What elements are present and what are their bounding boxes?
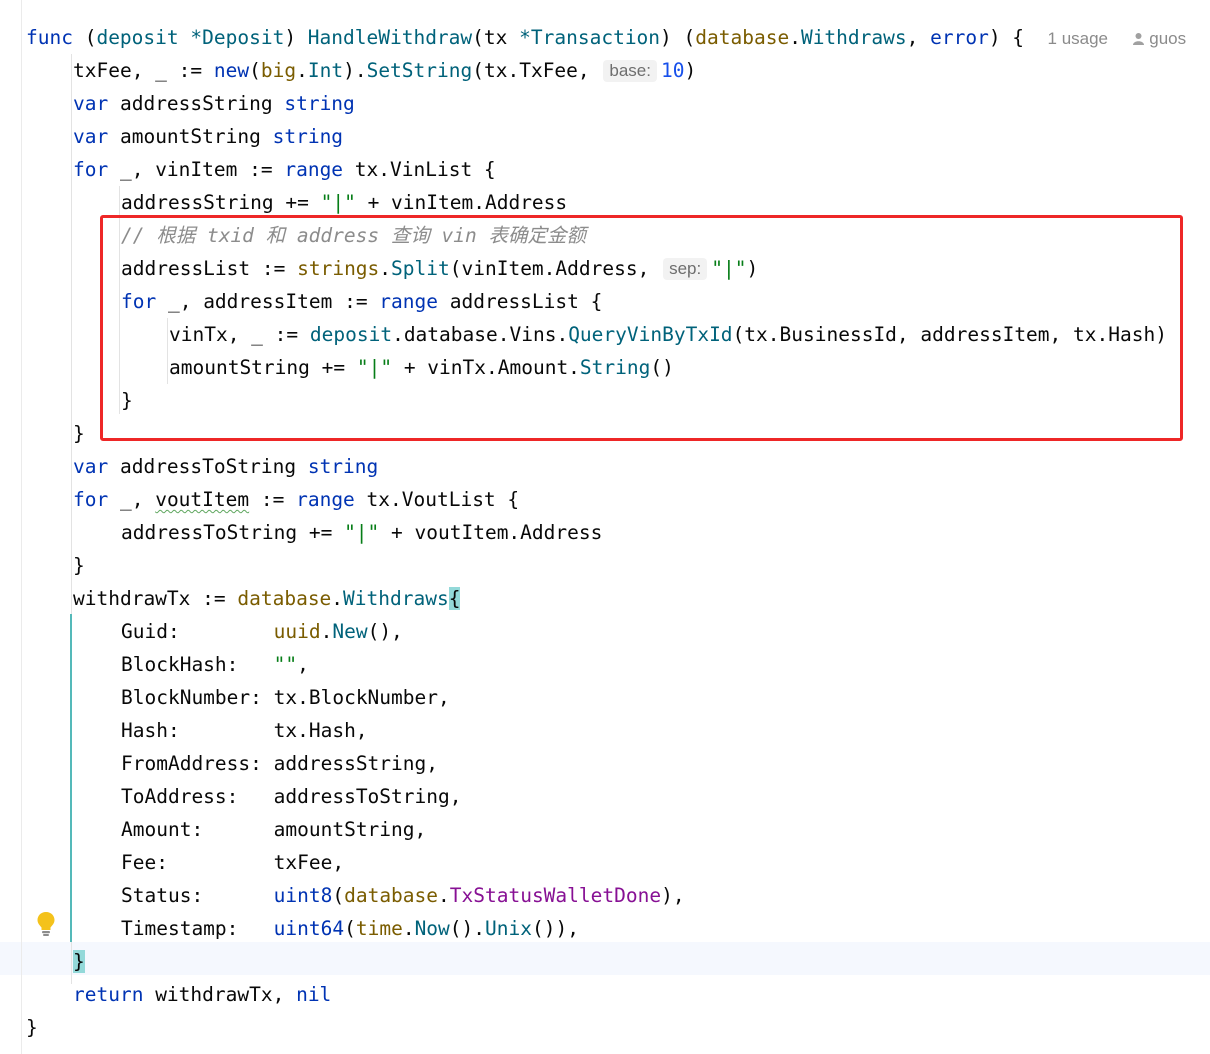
author-hint[interactable]: guos	[1132, 29, 1186, 48]
struct-field: Guid: uuid.New(),	[121, 620, 403, 643]
code-line: var amountString string	[73, 125, 344, 148]
code-line: for _, vinItem := range tx.VinList {	[73, 158, 496, 181]
user-icon	[1132, 33, 1144, 45]
matched-brace: {	[448, 587, 461, 610]
struct-field: BlockHash: "",	[121, 653, 309, 676]
struct-field: Fee: txFee,	[121, 851, 345, 874]
code-line: }	[73, 554, 85, 577]
code-line: return withdrawTx, nil	[73, 983, 332, 1006]
usage-count[interactable]: 1 usage	[1048, 29, 1109, 48]
struct-field: Amount: amountString,	[121, 818, 427, 841]
struct-field: Timestamp: uint64(time.Now().Unix()),	[121, 917, 579, 940]
code-line: for _, voutItem := range tx.VoutList {	[73, 488, 520, 511]
struct-field: Hash: tx.Hash,	[121, 719, 368, 742]
code-line-func-signature: func (deposit *Deposit) HandleWithdraw(t…	[26, 26, 1187, 49]
struct-field: FromAddress: addressString,	[121, 752, 439, 775]
code-line: }	[73, 945, 85, 978]
param-hint-base: base:	[603, 60, 657, 82]
code-line: addressToString += "|" + voutItem.Addres…	[121, 521, 603, 544]
code-line: withdrawTx := database.Withdraws{	[73, 587, 461, 610]
struct-field: BlockNumber: tx.BlockNumber,	[121, 686, 450, 709]
annotation-highlight-box	[100, 215, 1183, 441]
brace-scope-guide	[70, 614, 72, 942]
matched-brace: }	[73, 950, 85, 973]
struct-field: ToAddress: addressToString,	[121, 785, 462, 808]
lightbulb-icon[interactable]	[36, 911, 56, 942]
code-line: var addressString string	[73, 92, 355, 115]
code-line: var addressToString string	[73, 455, 379, 478]
code-line: }	[73, 422, 85, 445]
code-line: txFee, _ := new(big.Int).SetString(tx.Tx…	[73, 59, 697, 82]
current-line-highlight	[0, 942, 1210, 975]
gutter-divider	[21, 0, 22, 1054]
struct-field: Status: uint8(database.TxStatusWalletDon…	[121, 884, 685, 907]
code-line: }	[26, 1016, 38, 1039]
